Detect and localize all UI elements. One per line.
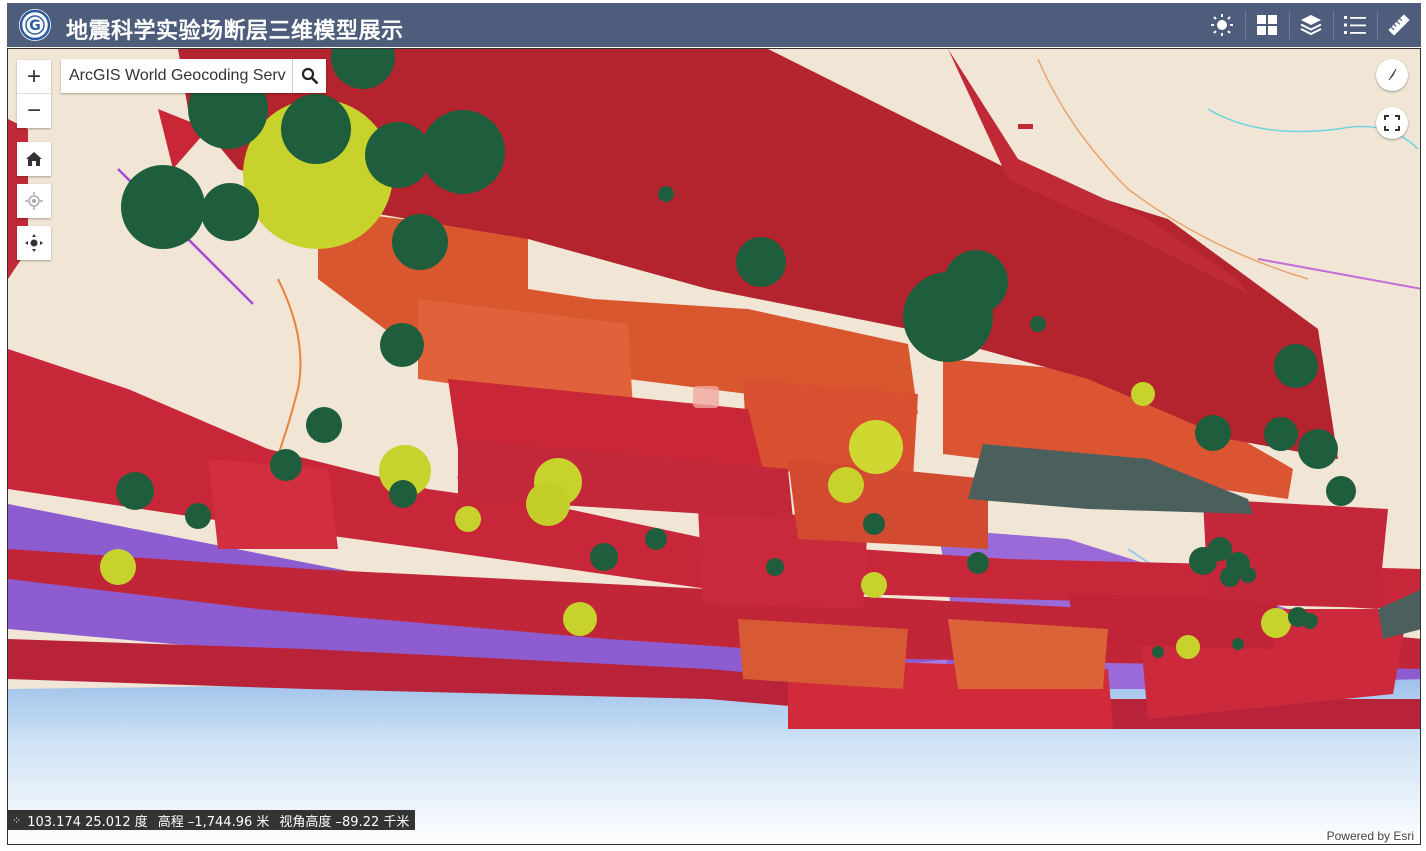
search-widget: [61, 59, 326, 93]
app-title: 地震科学实验场断层三维模型展示: [66, 19, 404, 44]
fault-surface: [738, 619, 908, 689]
navigation-toggle-button[interactable]: [17, 226, 51, 260]
zoom-in-button[interactable]: +: [17, 60, 51, 94]
fullscreen-icon: [1384, 115, 1400, 131]
search-icon: [301, 67, 318, 85]
basemap-gallery-button[interactable]: [1245, 3, 1289, 47]
map-marker: [693, 386, 719, 408]
home-icon: [26, 152, 42, 166]
legend-button[interactable]: [1333, 3, 1377, 47]
brightness-button[interactable]: [1200, 3, 1244, 47]
home-button[interactable]: [17, 142, 51, 176]
layers-icon: [1300, 15, 1322, 36]
measure-button[interactable]: [1377, 3, 1421, 47]
app-window: G 地震科学实验场断层三维模型展示 + − ArcGIS World Geoco…: [0, 0, 1426, 851]
zoom-in-icon: +: [26, 62, 41, 90]
legend-list-icon: [1344, 16, 1366, 34]
locate-button[interactable]: [17, 184, 51, 218]
layers-button[interactable]: [1289, 3, 1333, 47]
basemap-gallery-icon: [1257, 15, 1277, 35]
elevation-value: 高程 –1,744.96 米: [157, 814, 270, 830]
compass-icon: [1388, 68, 1397, 81]
measure-ruler-icon: [1388, 14, 1410, 36]
app-logo: G: [19, 9, 51, 41]
search-button[interactable]: [292, 59, 326, 93]
fault-surface: [1018, 124, 1033, 129]
camera-height-value: 视角高度 –89.22 千米: [279, 814, 410, 830]
scene-canvas[interactable]: [8, 49, 1421, 845]
svg-text:G: G: [29, 18, 41, 34]
zoom-out-button[interactable]: −: [17, 94, 51, 128]
app-header: G 地震科学实验场断层三维模型展示: [7, 3, 1421, 47]
locate-icon: [25, 192, 43, 210]
attribution[interactable]: Powered by Esri: [1327, 829, 1414, 843]
fullscreen-button[interactable]: [1376, 107, 1408, 139]
brightness-icon: [1211, 14, 1233, 36]
zoom-control: + −: [17, 60, 51, 128]
search-input[interactable]: [61, 59, 289, 93]
pan-navigation-icon: [25, 234, 43, 252]
coordinate-value: 103.174 25.012 度: [27, 814, 148, 830]
compass-button[interactable]: [1376, 59, 1408, 91]
zoom-out-icon: −: [26, 97, 41, 124]
fault-surface: [948, 619, 1108, 689]
scene-view[interactable]: + − ArcGIS World Geocoding Serv ⁘ 103.17…: [7, 48, 1421, 845]
coordinate-readout[interactable]: ⁘ 103.174 25.012 度 高程 –1,744.96 米 视角高度 –…: [8, 810, 416, 830]
coordinate-toggle-icon: ⁘: [12, 813, 22, 827]
